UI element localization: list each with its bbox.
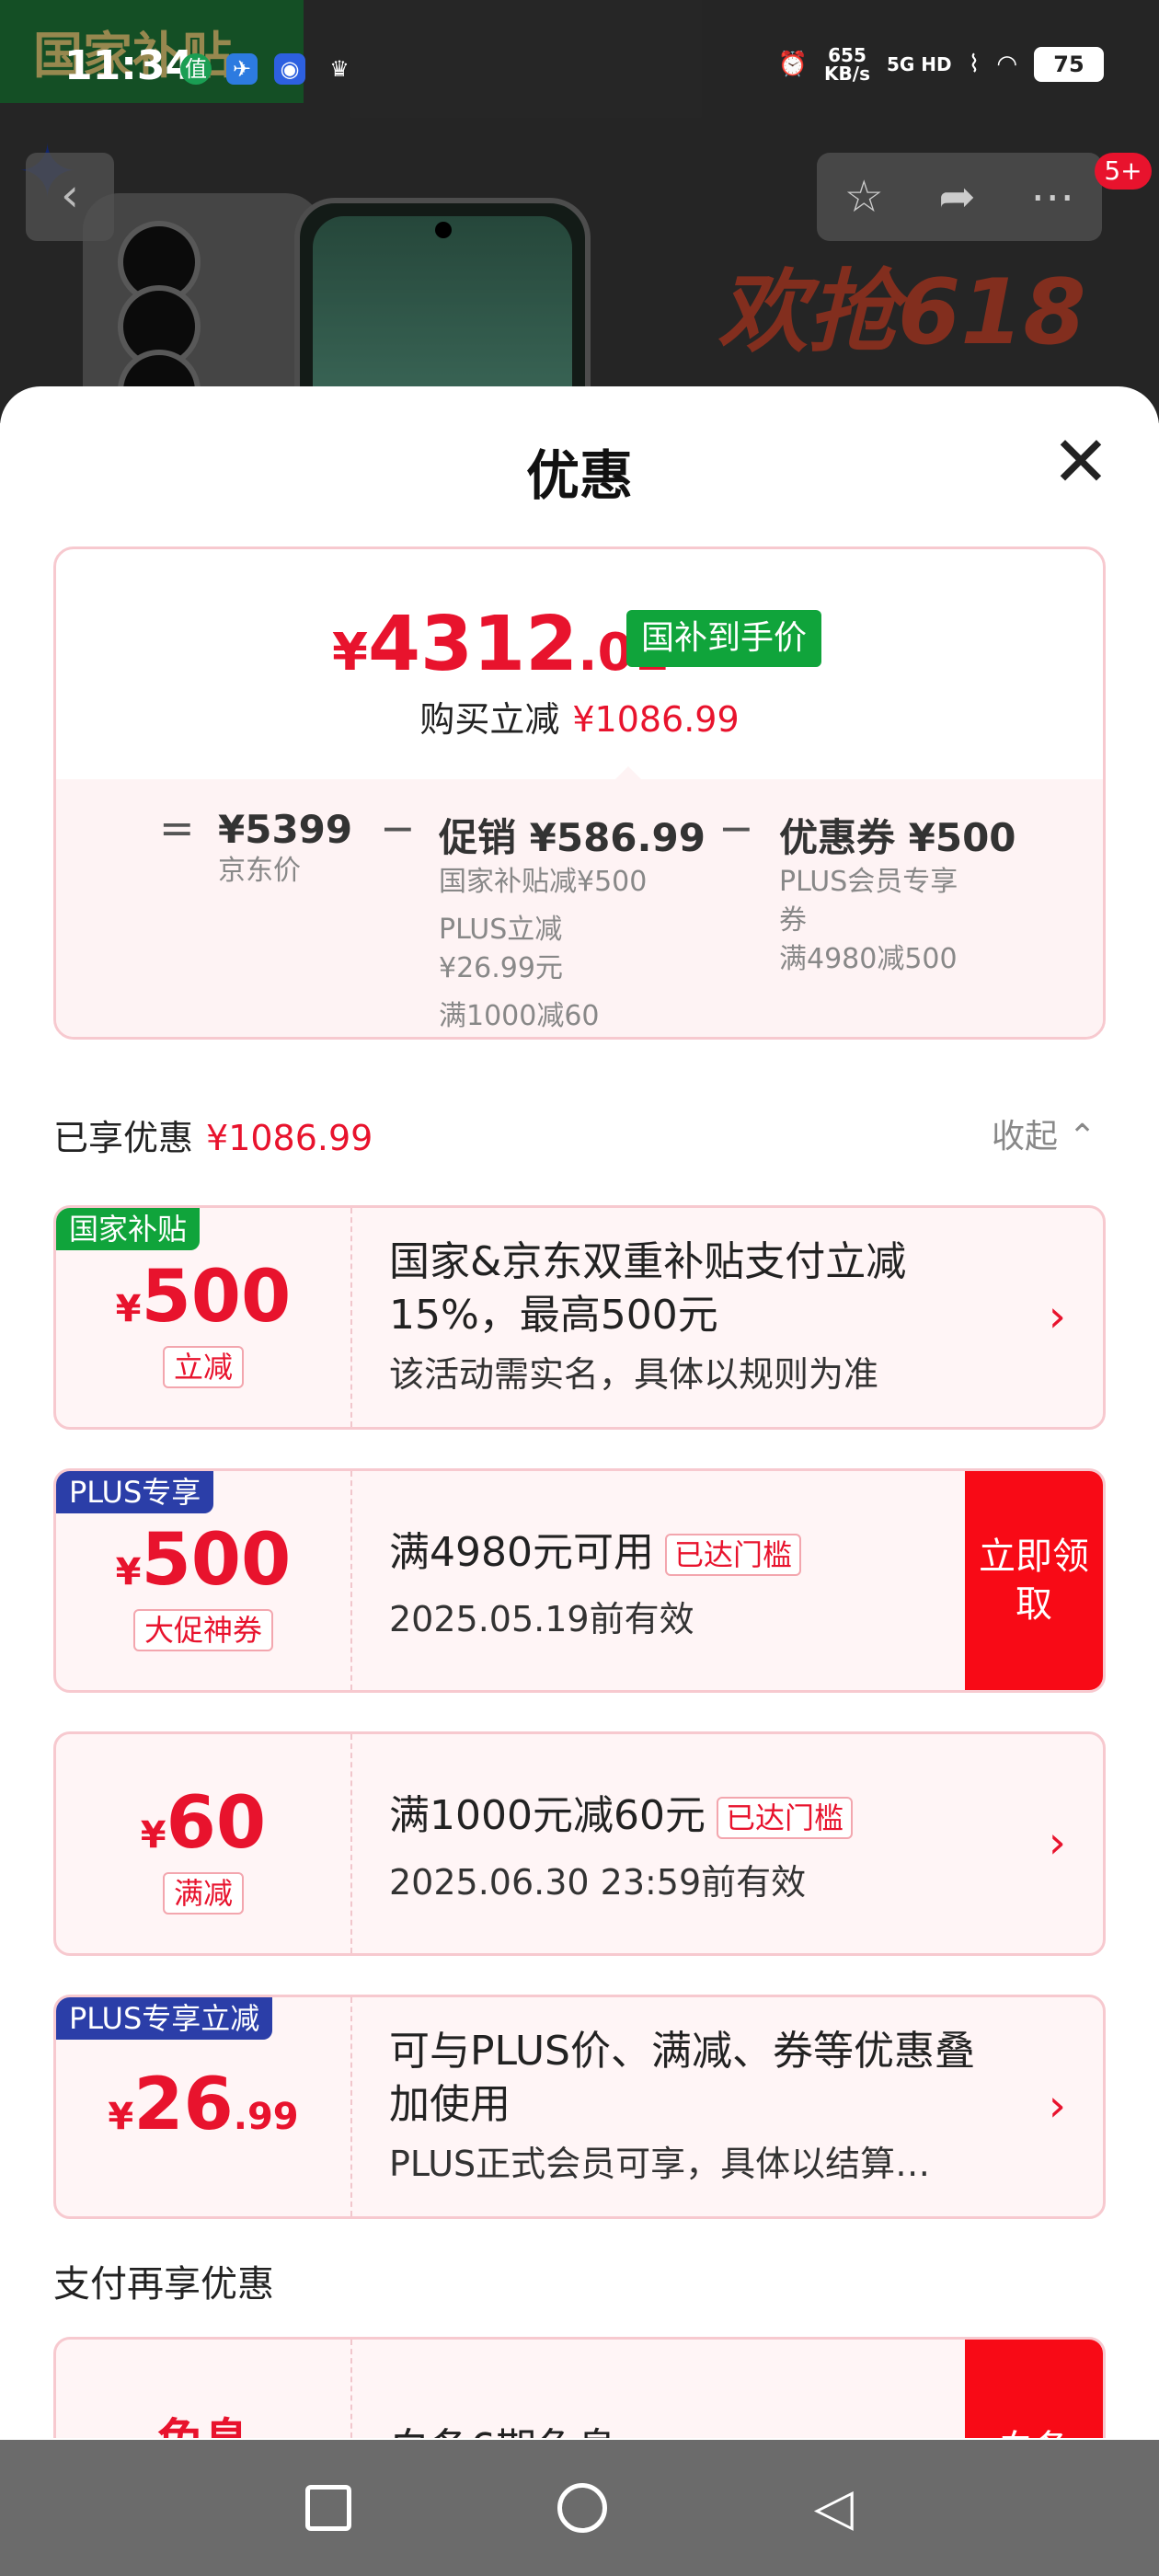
pay-coupon-title: 白条6期免息 [389,2422,1015,2438]
back-button[interactable]: ‹ [26,153,114,241]
crown-icon: ♛ [329,56,350,82]
coupon-desc: 该活动需实名，具体以规则为准 [389,1354,879,1395]
coupon-tag: 大促神券 [56,1609,350,1651]
coupon-desc: 2025.06.30 23:59前有效 [389,1862,807,1903]
coupon-ribbon: PLUS专享立减 [56,1997,273,2040]
coupon-card[interactable]: 国家补贴 ¥500 立减 国家&京东双重补贴支付立减15%，最高500元 该活动… [53,1205,1106,1430]
coupon-title: 可与PLUS价、满减、券等优惠叠加使用 [389,2028,975,2128]
jd-price-block: ¥5399 京东价 [218,807,353,887]
discount-sheet: 优惠 ✕ ¥4312.01 国补到手价 购买立减 ¥1086.99 = ¥5399… [0,386,1159,2438]
coupon-tag: 满减 [56,1872,350,1915]
promo-block: 促销 ¥586.99 国家补贴减¥500 PLUS立减 ¥26.99元 满100… [439,815,706,1032]
chevron-right-icon[interactable]: › [1049,2080,1066,2132]
collapse-button[interactable]: 收起 ⌃ [992,1110,1096,1157]
minus-sign: − [380,803,416,853]
more-icon[interactable]: ⋯ [1030,171,1074,223]
coupon-title: 国家&京东双重补贴支付立减15%，最高500元 [389,1238,907,1339]
threshold-badge: 已达门槛 [664,1534,801,1576]
coupon-amount: ¥26.99 [108,2064,299,2146]
favorite-star-icon[interactable]: ☆ [844,171,884,223]
system-nav-bar: ◁ [0,2440,1159,2576]
message-badge: 5+ [1095,153,1152,190]
coupon-card[interactable]: ¥60 满减 满1000元减60元 已达门槛 2025.06.30 23:59前有… [53,1731,1106,1956]
gov-price-badge: 国补到手价 [626,610,822,667]
status-bar: 11:34 值 ✈ ◉ ♛ ⏰ 655 KB/s 5G HD ⌇ ◠ 75 [0,37,1159,101]
coupon-desc: PLUS正式会员可享，具体以结算… [389,2144,931,2184]
signal-icon: 5G HD [886,53,952,75]
chevron-right-icon[interactable]: › [1049,1291,1066,1342]
coupon-ribbon: 国家补贴 [56,1208,201,1250]
chevron-left-icon: ‹ [61,168,79,222]
minus-sign: − [718,803,754,853]
chevron-right-icon[interactable]: › [1049,1817,1066,1869]
app-notification-icon: ◉ [274,53,305,85]
app-notification-icon: ✈ [226,53,258,85]
clock: 11:34 [64,42,194,89]
net-speed: 655 KB/s [824,44,870,85]
buy-reduce-line: 购买立减 ¥1086.99 [419,699,740,740]
hotspot-icon: ⌇ [968,51,981,78]
sheet-title: 优惠 [525,444,633,507]
app-notification-icon: 值 [180,53,212,85]
coupon-title: 满4980元可用 已达门槛 [389,1526,1015,1580]
coupon-amount: ¥500 [115,1519,292,1602]
equals-sign: = [159,803,195,853]
chevron-up-icon: ⌃ [1068,1118,1096,1156]
share-icon[interactable]: ➦ [938,171,975,223]
coupon-amount: ¥500 [115,1256,292,1339]
close-icon[interactable]: ✕ [1049,427,1113,497]
alarm-icon: ⏰ [777,51,809,78]
recent-apps-icon[interactable] [305,2485,352,2531]
coupon-block: 优惠券 ¥500 PLUS会员专享 券 满4980减500 [779,815,1016,975]
pay-claim-button[interactable]: 白条 [965,2340,1103,2438]
threshold-badge: 已达门槛 [716,1797,853,1839]
coupon-desc: 2025.05.19前有效 [389,1599,694,1639]
coupon-card[interactable]: PLUS专享立减 ¥26.99 可与PLUS价、满减、券等优惠叠加使用 PLUS… [53,1995,1106,2219]
pay-section-title: 支付再享优惠 [53,2263,274,2306]
coupon-card[interactable]: PLUS专享 ¥500 大促神券 满4980元可用 已达门槛 2025.05.19… [53,1468,1106,1693]
home-icon[interactable] [557,2483,608,2533]
coupon-amount: ¥60 [140,1782,267,1865]
back-icon[interactable]: ◁ [814,2482,854,2534]
coupon-title: 满1000元减60元 已达门槛 [389,1789,1015,1843]
pay-coupon-card[interactable]: 免息 白条6期免息 白条 [53,2337,1106,2438]
claim-button[interactable]: 立即领取 [965,1471,1103,1690]
pay-coupon-amount: 免息 [56,2404,350,2438]
price-summary-card: ¥4312.01 国补到手价 购买立减 ¥1086.99 = ¥5399 京东价 … [53,546,1106,1040]
coupon-ribbon: PLUS专享 [56,1471,214,1513]
battery-icon: 75 [1034,47,1104,82]
top-actions: ☆ ➦ ⋯ [817,153,1102,241]
enjoyed-discount: 已享优惠 ¥1086.99 [53,1118,373,1158]
coupon-tag: 立减 [56,1346,350,1388]
final-price: ¥4312.01 [332,601,670,688]
wifi-icon: ◠ [996,51,1017,78]
